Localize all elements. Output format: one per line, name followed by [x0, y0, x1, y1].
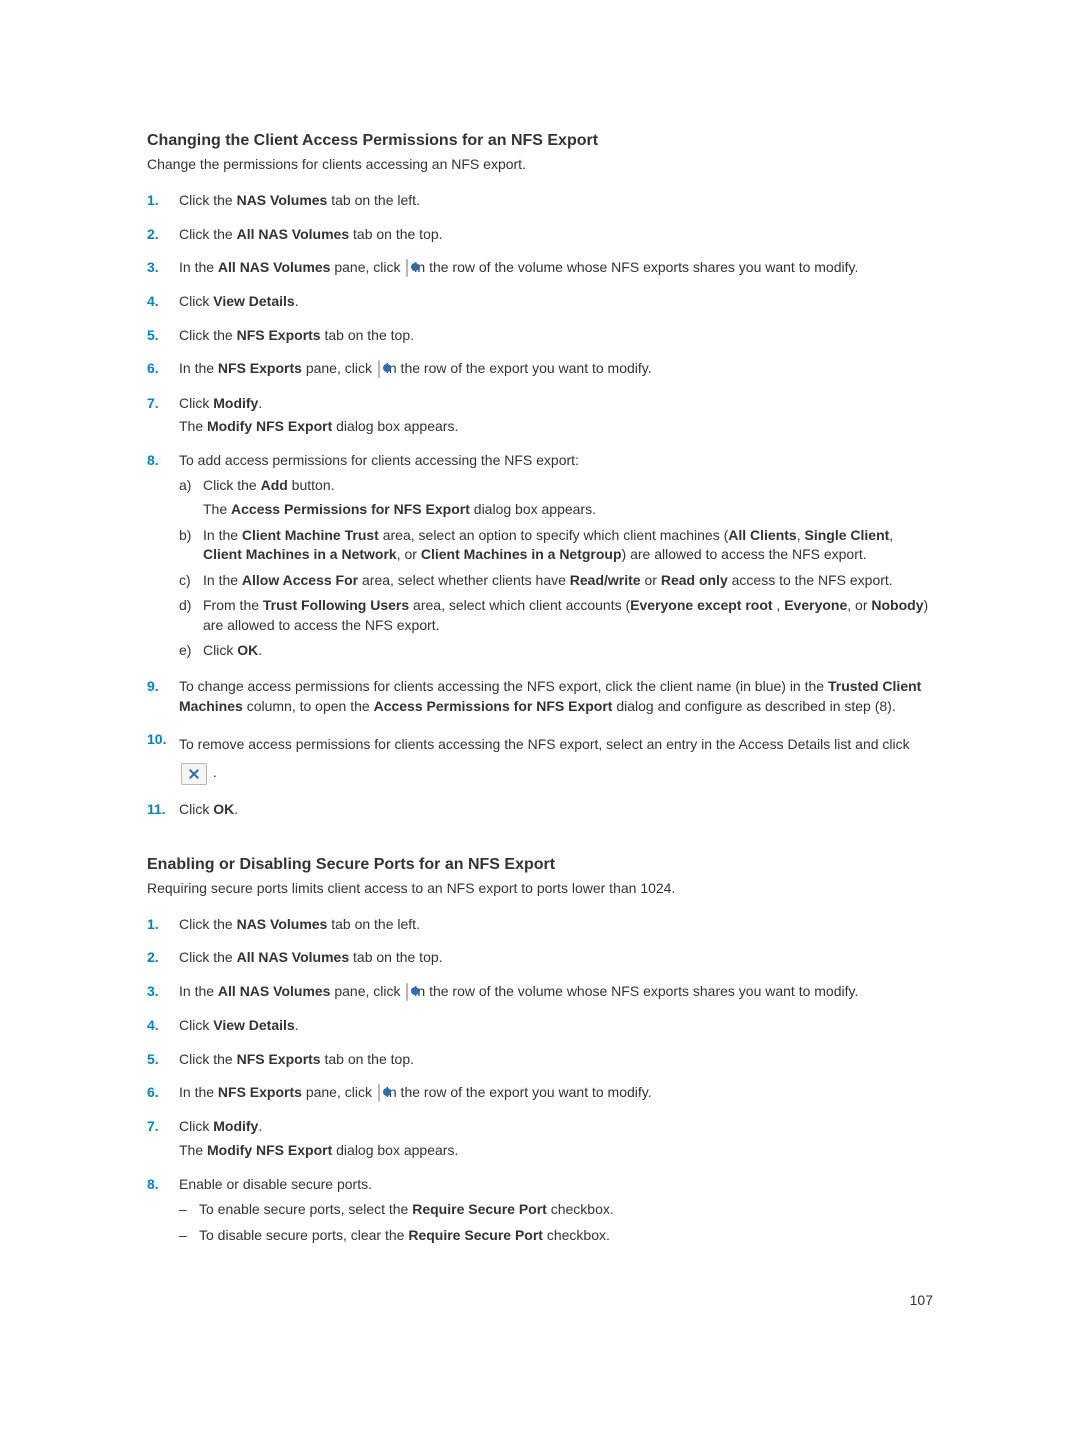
substep-marker: d)	[179, 596, 203, 616]
step-number: 10.	[147, 730, 179, 750]
step-number: 3.	[147, 258, 179, 278]
dash-marker: –	[179, 1200, 199, 1220]
dash-text: To disable secure ports, clear the Requi…	[199, 1226, 610, 1246]
step: 11.Click OK.	[147, 800, 933, 824]
dash-item: –To disable secure ports, clear the Requ…	[179, 1226, 933, 1246]
step-text: To add access permissions for clients ac…	[179, 451, 933, 471]
step-text: Click Modify.	[179, 1117, 933, 1137]
settings-icon	[378, 1084, 380, 1104]
step: 9.To change access permissions for clien…	[147, 677, 933, 720]
step-number: 6.	[147, 359, 179, 379]
substep: e)Click OK.	[179, 641, 933, 661]
step-number: 5.	[147, 326, 179, 346]
step-text: Enable or disable secure ports.	[179, 1175, 933, 1195]
step-number: 11.	[147, 800, 179, 820]
step: 3.In the All NAS Volumes pane, click in …	[147, 982, 933, 1006]
step-text: In the NFS Exports pane, click in the ro…	[179, 359, 933, 379]
substep-text: In the Allow Access For area, select whe…	[203, 572, 893, 588]
step-number: 3.	[147, 982, 179, 1002]
step-number: 8.	[147, 451, 179, 471]
step-number: 2.	[147, 948, 179, 968]
section-subtitle: Change the permissions for clients acces…	[147, 155, 933, 175]
section-subtitle: Requiring secure ports limits client acc…	[147, 879, 933, 899]
step-text: In the NFS Exports pane, click in the ro…	[179, 1083, 933, 1103]
step: 6.In the NFS Exports pane, click in the …	[147, 359, 933, 383]
substep-result: The Access Permissions for NFS Export di…	[203, 500, 933, 520]
substep-text: Click OK.	[203, 642, 262, 658]
step: 7.Click Modify. The Modify NFS Export dia…	[147, 1117, 933, 1164]
step-text: In the All NAS Volumes pane, click in th…	[179, 982, 933, 1002]
substep-marker: b)	[179, 526, 203, 546]
step-text: Click Modify.	[179, 394, 933, 414]
step-text: Click OK.	[179, 800, 933, 820]
step-number: 9.	[147, 677, 179, 697]
step-text: Click the NAS Volumes tab on the left.	[179, 191, 933, 211]
step-number: 7.	[147, 1117, 179, 1137]
step-number: 1.	[147, 915, 179, 935]
step: 10.To remove access permissions for clie…	[147, 730, 933, 790]
section-heading: Enabling or Disabling Secure Ports for a…	[147, 854, 933, 876]
step-text: To remove access permissions for clients…	[179, 730, 933, 786]
step: 4.Click View Details.	[147, 1016, 933, 1040]
substep-marker: c)	[179, 571, 203, 591]
step: 1.Click the NAS Volumes tab on the left.	[147, 915, 933, 939]
steps-list-2: 1.Click the NAS Volumes tab on the left.…	[147, 915, 933, 1252]
settings-icon	[378, 360, 380, 380]
step-number: 4.	[147, 292, 179, 312]
substep-text: Click the Add button.	[203, 477, 335, 493]
step-number: 8.	[147, 1175, 179, 1195]
step-number: 4.	[147, 1016, 179, 1036]
step-text: In the All NAS Volumes pane, click in th…	[179, 258, 933, 278]
delete-icon	[181, 763, 207, 785]
substep: a)Click the Add button. The Access Permis…	[179, 476, 933, 519]
step: 2.Click the All NAS Volumes tab on the t…	[147, 948, 933, 972]
settings-icon	[406, 983, 408, 1003]
step: 8.To add access permissions for clients …	[147, 451, 933, 667]
step-number: 5.	[147, 1050, 179, 1070]
substep-text: From the Trust Following Users area, sel…	[203, 597, 928, 633]
step-text: Click the NAS Volumes tab on the left.	[179, 915, 933, 935]
substep-marker: e)	[179, 641, 203, 661]
step-text: Click the All NAS Volumes tab on the top…	[179, 948, 933, 968]
step: 7.Click Modify. The Modify NFS Export dia…	[147, 394, 933, 441]
step-result: The Modify NFS Export dialog box appears…	[179, 1141, 933, 1161]
settings-icon	[406, 259, 408, 279]
step-text: Click the NFS Exports tab on the top.	[179, 1050, 933, 1070]
substep: d)From the Trust Following Users area, s…	[179, 596, 933, 635]
step-number: 6.	[147, 1083, 179, 1103]
step: 5.Click the NFS Exports tab on the top.	[147, 1050, 933, 1074]
substep: b)In the Client Machine Trust area, sele…	[179, 526, 933, 565]
step-text: To change access permissions for clients…	[179, 677, 933, 716]
step-text: Click the All NAS Volumes tab on the top…	[179, 225, 933, 245]
step: 4.Click View Details.	[147, 292, 933, 316]
steps-list-1: 1.Click the NAS Volumes tab on the left.…	[147, 191, 933, 824]
step-number: 7.	[147, 394, 179, 414]
substep: c)In the Allow Access For area, select w…	[179, 571, 933, 591]
step-number: 1.	[147, 191, 179, 211]
step: 8.Enable or disable secure ports. –To ena…	[147, 1175, 933, 1252]
substep-list: a)Click the Add button. The Access Permis…	[179, 476, 933, 661]
step-text: Click View Details.	[179, 292, 933, 312]
step-number: 2.	[147, 225, 179, 245]
substep-text: In the Client Machine Trust area, select…	[203, 527, 893, 563]
step: 1.Click the NAS Volumes tab on the left.	[147, 191, 933, 215]
dash-marker: –	[179, 1226, 199, 1246]
step-text: Click View Details.	[179, 1016, 933, 1036]
section-heading: Changing the Client Access Permissions f…	[147, 130, 933, 152]
step-text: Click the NFS Exports tab on the top.	[179, 326, 933, 346]
dash-list: –To enable secure ports, select the Requ…	[179, 1200, 933, 1245]
step: 2.Click the All NAS Volumes tab on the t…	[147, 225, 933, 249]
page-number: 107	[147, 1291, 933, 1311]
dash-text: To enable secure ports, select the Requi…	[199, 1200, 614, 1220]
step: 5.Click the NFS Exports tab on the top.	[147, 326, 933, 350]
dash-item: –To enable secure ports, select the Requ…	[179, 1200, 933, 1220]
step: 3.In the All NAS Volumes pane, click in …	[147, 258, 933, 282]
step: 6.In the NFS Exports pane, click in the …	[147, 1083, 933, 1107]
substep-marker: a)	[179, 476, 203, 496]
step-result: The Modify NFS Export dialog box appears…	[179, 417, 933, 437]
